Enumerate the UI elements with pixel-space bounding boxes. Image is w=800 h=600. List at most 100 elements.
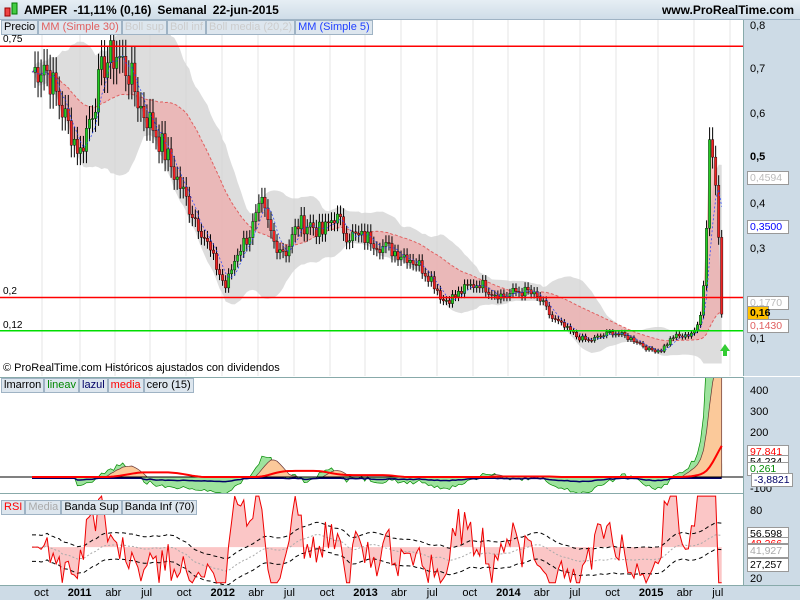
- candle: [57, 90, 61, 106]
- legend-lineav[interactable]: lineav: [44, 378, 80, 393]
- tick: 0,3: [750, 243, 766, 255]
- candle: [115, 56, 119, 69]
- legend-boll-media[interactable]: Boll media (20,2): [205, 20, 296, 35]
- candle: [39, 74, 43, 83]
- candle: [553, 318, 557, 320]
- rsi-axis: 80 20 56,598 48,266 41,927 27,257: [743, 493, 800, 585]
- candle: [674, 333, 678, 338]
- candle: [717, 185, 721, 238]
- candle: [523, 286, 527, 297]
- tick: 0,4: [750, 198, 766, 210]
- candle: [653, 349, 657, 353]
- legend-banda-sup[interactable]: Banda Sup: [61, 500, 122, 515]
- legend-precio[interactable]: Precio: [1, 20, 39, 35]
- price-chart[interactable]: [0, 20, 743, 376]
- candle: [190, 214, 194, 219]
- title-bar: AMPER -11,11% (0,16) Semanal 22-jun-2015…: [0, 0, 800, 20]
- legend-banda-inf[interactable]: Banda Inf (70): [121, 500, 198, 515]
- candle: [293, 226, 297, 235]
- candle: [342, 216, 345, 234]
- legend-media[interactable]: media: [107, 378, 144, 393]
- tick: 0,7: [750, 63, 766, 75]
- candle: [212, 249, 215, 254]
- candle: [345, 233, 348, 243]
- candle: [369, 231, 373, 244]
- tick: 300: [750, 406, 769, 418]
- candle: [584, 335, 587, 340]
- candle: [72, 138, 76, 146]
- tick: 400: [750, 385, 769, 397]
- candle: [638, 342, 642, 344]
- candle: [196, 218, 200, 232]
- candle: [354, 231, 358, 234]
- candle: [708, 139, 712, 229]
- time-tick: oct: [176, 587, 192, 599]
- legend-lmarron[interactable]: lmarron: [1, 378, 45, 393]
- candle: [178, 176, 182, 189]
- time-tick: 2011: [67, 587, 92, 599]
- time-tick: 2014: [496, 587, 521, 599]
- indicator-chart[interactable]: [0, 377, 743, 493]
- candle: [94, 111, 97, 119]
- candle: [333, 220, 336, 224]
- candle: [175, 176, 179, 180]
- time-tick: jul: [141, 587, 153, 599]
- candle: [163, 133, 167, 161]
- candle: [481, 280, 485, 289]
- price-legend: Precio MM (Simple 30) Boll sup Boll inf …: [1, 20, 373, 35]
- candle: [720, 237, 724, 315]
- legend-boll-inf[interactable]: Boll inf: [166, 20, 206, 35]
- candle: [130, 62, 134, 85]
- candlestick-icon: [4, 2, 18, 16]
- candle: [272, 230, 276, 242]
- candle: [493, 294, 497, 297]
- candle: [581, 335, 584, 341]
- candle: [472, 284, 476, 288]
- tick: 200: [750, 427, 769, 439]
- candle: [181, 186, 185, 189]
- legend-rsi[interactable]: RSI: [1, 500, 26, 515]
- symbol: AMPER: [24, 2, 68, 17]
- legend-lazul[interactable]: lazul: [79, 378, 108, 393]
- candle: [499, 293, 503, 300]
- time-tick: jul: [426, 587, 438, 599]
- candle: [124, 56, 128, 76]
- candle: [475, 285, 479, 288]
- candle: [696, 324, 699, 331]
- candle: [100, 56, 103, 70]
- candle: [617, 333, 621, 336]
- candle: [218, 269, 221, 275]
- candle: [442, 299, 445, 302]
- candle: [299, 215, 303, 230]
- time-tick: abr: [676, 587, 693, 599]
- candle: [699, 315, 702, 326]
- time-tick: jul: [283, 587, 295, 599]
- legend-boll-sup[interactable]: Boll sup: [121, 20, 167, 35]
- candle: [317, 221, 321, 237]
- lazul-value: -3,8821: [751, 473, 793, 487]
- candle: [662, 345, 666, 352]
- candle: [566, 326, 569, 328]
- candle: [626, 335, 630, 340]
- candle: [426, 275, 430, 282]
- candle: [330, 220, 333, 223]
- legend-mm30[interactable]: MM (Simple 30): [38, 20, 122, 35]
- candle: [166, 148, 170, 161]
- candle: [260, 197, 264, 204]
- legend-mm5[interactable]: MM (Simple 5): [295, 20, 373, 35]
- legend-cero[interactable]: cero (15): [143, 378, 194, 393]
- candle: [172, 166, 176, 180]
- legend-media[interactable]: Media: [25, 500, 62, 515]
- site-link[interactable]: www.ProRealTime.com: [662, 3, 794, 17]
- candle: [308, 222, 312, 228]
- candle: [133, 62, 137, 92]
- candle: [269, 219, 273, 231]
- candle: [251, 221, 255, 238]
- time-tick: 2015: [638, 587, 664, 599]
- tick: 0,1: [750, 333, 766, 345]
- candle: [668, 338, 672, 345]
- time-axis: oct 2011 abr jul oct 2012 abr jul oct 2013 abr jul o…: [0, 585, 800, 600]
- candle: [396, 251, 400, 260]
- candle: [490, 294, 494, 296]
- candle: [632, 337, 636, 342]
